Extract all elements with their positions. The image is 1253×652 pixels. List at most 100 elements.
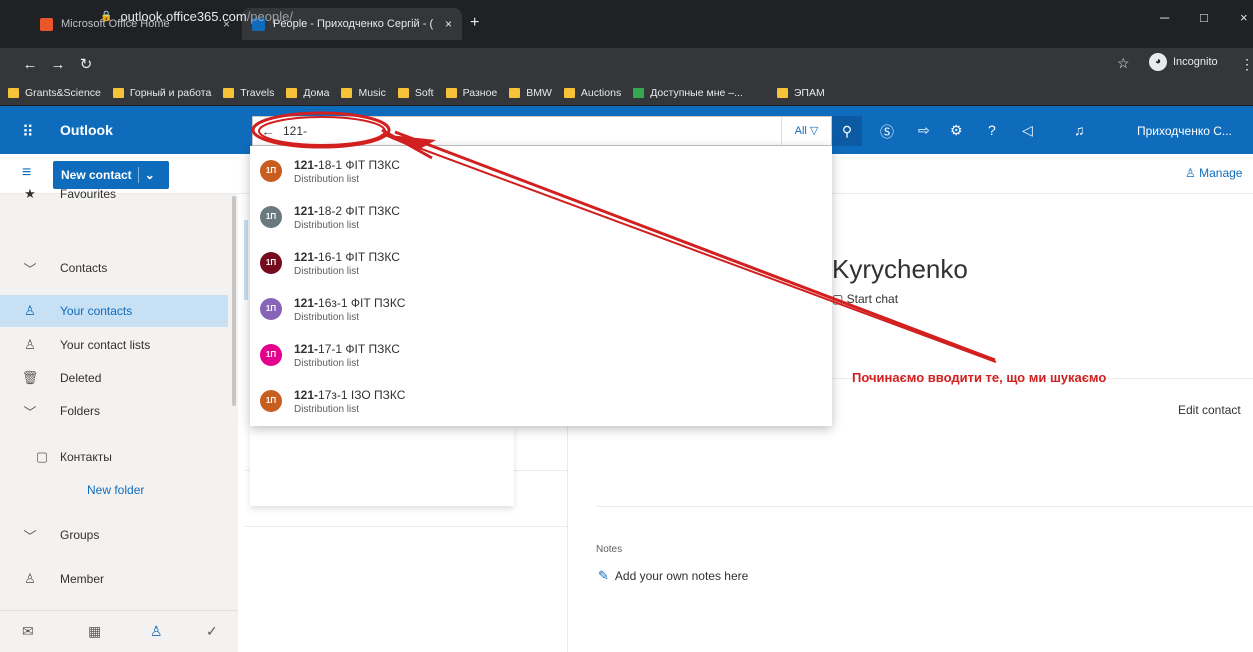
divider — [244, 526, 568, 527]
bookmark-item[interactable]: Горный и работа — [112, 87, 211, 99]
nav-folders[interactable]: ﹀ Folders — [0, 395, 228, 427]
person-icon: ♙ — [24, 303, 36, 318]
bookmark-item[interactable]: ЭПАМ — [776, 87, 825, 99]
search-input[interactable]: 121- — [283, 124, 781, 138]
bookmark-item[interactable]: Grants&Science — [8, 87, 101, 99]
star-icon: ★ — [24, 186, 36, 201]
notes-label: Notes — [596, 544, 623, 555]
tasks-icon[interactable]: ✓ — [206, 623, 218, 640]
nav-your-contacts[interactable]: ♙ Your contacts — [0, 295, 228, 327]
help-icon[interactable]: ? — [988, 122, 996, 138]
menu-kebab-icon[interactable]: ⋮ — [1240, 56, 1253, 73]
chevron-down-icon: ﹀ — [23, 528, 37, 544]
nav-folder-kontakty[interactable]: ▢ Контакты — [0, 441, 228, 473]
google-drive-icon — [633, 87, 645, 98]
incognito-badge[interactable]: ◕ Incognito — [1149, 53, 1218, 71]
incognito-icon: ◕ — [1149, 53, 1167, 71]
folder-icon — [341, 87, 353, 98]
manage-button[interactable]: ♙ Manage — [1185, 166, 1242, 180]
search-box[interactable]: ← 121- All ▽ — [252, 116, 832, 146]
search-back-icon[interactable]: ← — [253, 123, 283, 139]
gear-icon[interactable]: ⚙ — [950, 122, 963, 139]
annotation-text: Починаємо вводити те, що ми шукаємо — [852, 370, 1107, 385]
folder-icon: ▢ — [35, 449, 49, 464]
avatar: 1П — [260, 206, 282, 228]
reload-icon[interactable]: ↻ — [74, 55, 98, 73]
chevron-down-icon: ﹀ — [23, 404, 37, 420]
mail-icon[interactable]: ✉ — [22, 623, 34, 640]
suggestion-item[interactable]: 1П 121-18-2 ФІТ ПЗКС Distribution list — [250, 194, 832, 240]
app-brand[interactable]: Outlook — [60, 122, 113, 138]
suggestion-item[interactable]: 1П 121-17-1 ФІТ ПЗКС Distribution list — [250, 332, 832, 378]
bookmark-item[interactable]: Music — [341, 87, 386, 99]
avatar: 1П — [260, 160, 282, 182]
folder-icon — [223, 87, 235, 98]
forward-icon[interactable]: → — [46, 56, 70, 73]
back-icon[interactable]: ← — [18, 56, 42, 73]
suggestion-item[interactable]: 1П 121-18-1 ФІТ ПЗКС Distribution list — [250, 148, 832, 194]
trash-icon: 🗑 — [21, 370, 39, 385]
list-selection-marker — [244, 220, 248, 300]
lock-icon: 🔒 — [100, 10, 113, 22]
search-filter-dropdown[interactable]: All ▽ — [781, 117, 831, 145]
edit-contact-button[interactable]: Edit contact — [1178, 403, 1241, 417]
group-icon: ♙ — [24, 571, 36, 586]
folder-icon — [445, 87, 457, 98]
add-notes-link[interactable]: ✎ Add your own notes here — [598, 568, 748, 584]
nav-member[interactable]: ♙ Member — [0, 563, 228, 595]
address-bar[interactable]: 🔒 outlook.office365.com/people/ — [100, 5, 1130, 27]
new-folder-link[interactable]: New folder — [0, 474, 228, 506]
bookmark-item[interactable]: BMW — [509, 87, 552, 99]
url-host: outlook.office365.com — [120, 8, 247, 24]
folder-icon — [776, 87, 788, 98]
start-chat-link[interactable]: ▢ Start chat — [832, 292, 898, 306]
left-nav-scrollbar[interactable] — [232, 196, 236, 406]
bookmark-item[interactable]: Доступные мне –... — [633, 87, 743, 99]
folder-icon — [112, 87, 124, 98]
search-suggestions: 1П 121-18-1 ФІТ ПЗКС Distribution list 1П… — [250, 146, 832, 426]
avatar: 1П — [260, 252, 282, 274]
contact-list-icon: ♙ — [24, 337, 36, 352]
folder-icon — [509, 87, 521, 98]
people-icon[interactable]: ♙ — [150, 623, 163, 640]
nav-contact-lists[interactable]: ♙ Your contact lists — [0, 329, 228, 361]
module-switcher: ✉ ▦ ♙ ✓ — [0, 610, 238, 652]
suggestion-item[interactable]: 1П 121-16з-1 ФІТ ПЗКС Distribution list — [250, 286, 832, 332]
calendar-icon[interactable]: ▦ — [88, 623, 101, 640]
bell-icon[interactable]: ♫ — [1074, 122, 1085, 138]
search-icon[interactable]: ⚲ — [832, 116, 862, 146]
bookmark-item[interactable]: Дома — [286, 87, 329, 99]
suggestion-item[interactable]: 1П 121-16-1 ФІТ ПЗКС Distribution list — [250, 240, 832, 286]
nav-favourites[interactable]: ★ Favourites — [0, 178, 228, 210]
bookmark-star-icon[interactable]: ☆ — [1117, 55, 1130, 72]
nav-deleted[interactable]: 🗑 Deleted — [0, 362, 228, 394]
divider — [596, 506, 1253, 507]
browser-toolbar: ← → ↻ — [0, 48, 1253, 80]
suggestion-item[interactable]: 1П 121-17з-1 ІЗО ПЗКС Distribution list — [250, 378, 832, 424]
nav-groups[interactable]: ﹀ Groups — [0, 519, 228, 551]
feedback-icon[interactable]: ◁ — [1022, 122, 1033, 139]
avatar: 1П — [260, 390, 282, 412]
close-window-icon[interactable]: × — [1240, 10, 1248, 25]
chevron-down-icon: ﹀ — [23, 261, 37, 277]
nav-contacts[interactable]: ﹀ Contacts — [0, 252, 228, 284]
folder-icon — [8, 87, 19, 98]
dropdown-shadow-area — [250, 426, 514, 506]
account-name[interactable]: Приходченко С... — [1137, 124, 1232, 138]
office-favicon-icon — [40, 17, 53, 31]
skype-icon[interactable]: Ⓢ — [880, 122, 894, 142]
bookmark-item[interactable]: Разное — [445, 87, 497, 99]
maximize-icon[interactable]: □ — [1200, 10, 1208, 25]
chat-icon: ▢ — [832, 292, 847, 306]
folder-icon — [286, 87, 298, 98]
app-launcher-icon[interactable]: ⠿ — [22, 122, 34, 142]
folder-icon — [563, 87, 575, 98]
folder-icon — [397, 87, 409, 98]
minimize-icon[interactable]: ─ — [1160, 10, 1169, 25]
bookmark-item[interactable]: Travels — [223, 87, 274, 99]
pencil-icon: ✎ — [598, 568, 609, 583]
bookmark-item[interactable]: Auctions — [563, 87, 621, 99]
incognito-label: Incognito — [1173, 56, 1218, 68]
bookmark-item[interactable]: Soft — [397, 87, 434, 99]
todo-icon[interactable]: ⇨ — [918, 122, 930, 139]
